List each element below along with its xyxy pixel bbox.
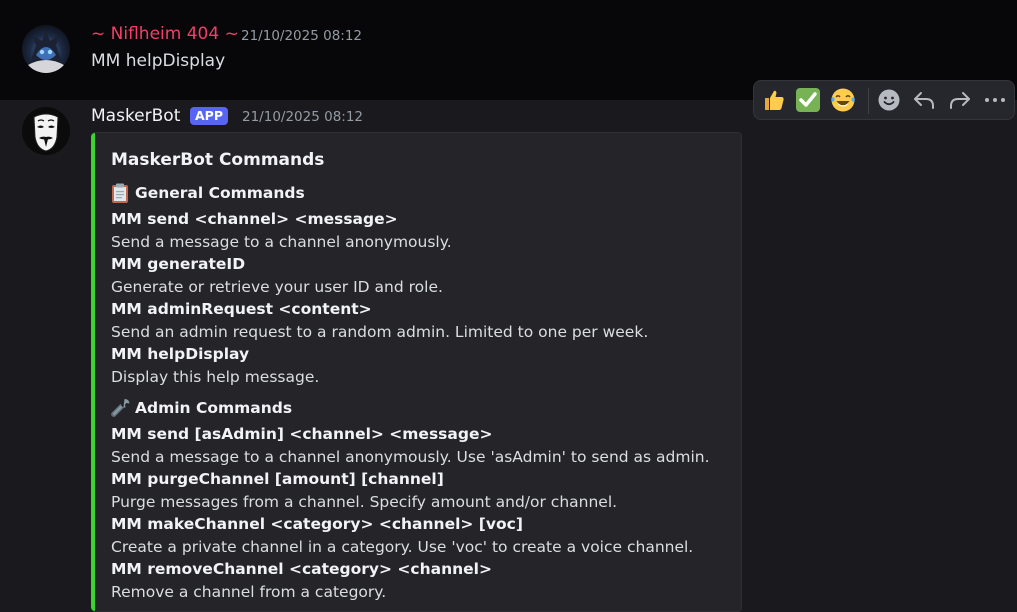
reply-icon[interactable] <box>908 85 940 115</box>
laughing-tears-icon[interactable] <box>827 85 859 115</box>
command-name: MM generateID <box>111 255 246 273</box>
command-description: Send a message to a channel anonymously.… <box>111 448 710 466</box>
app-badge: APP <box>190 107 228 125</box>
message-timestamp: 21/10/2025 08:12 <box>241 28 363 44</box>
command-description: Purge messages from a channel. Specify a… <box>111 493 618 511</box>
section-heading-general: General Commands <box>109 182 305 204</box>
command-description: Send a message to a channel anonymously. <box>111 233 452 251</box>
message-author[interactable]: MaskerBot <box>91 106 180 126</box>
more-icon[interactable] <box>979 85 1011 115</box>
message-content: MM helpDisplay <box>91 51 226 71</box>
thumbs-up-icon[interactable] <box>758 85 790 115</box>
section-heading-text: General Commands <box>135 184 305 202</box>
command-name: MM makeChannel <category> <channel> [voc… <box>111 515 523 533</box>
embed-accent-bar <box>91 133 95 611</box>
command-name: MM send <channel> <message> <box>111 210 398 228</box>
forward-icon[interactable] <box>944 85 976 115</box>
embed-title: MaskerBot Commands <box>111 150 325 170</box>
help-embed: MaskerBot Commands General Commands MM s… <box>91 132 742 612</box>
message-author[interactable]: ~ Niflheim 404 ~ <box>91 24 239 44</box>
toolbar-separator <box>868 88 869 114</box>
add-reaction-icon[interactable] <box>873 85 905 115</box>
command-name: MM purgeChannel [amount] [channel] <box>111 470 444 488</box>
command-description: Display this help message. <box>111 368 320 386</box>
message-actions-toolbar <box>753 80 1015 120</box>
clipboard-icon <box>109 182 131 204</box>
section-heading-admin: Admin Commands <box>109 397 292 419</box>
dragon-avatar-icon[interactable] <box>22 25 70 73</box>
command-description: Send an admin request to a random admin.… <box>111 323 649 341</box>
anonymous-mask-avatar-icon[interactable] <box>22 107 70 155</box>
command-description: Create a private channel in a category. … <box>111 538 694 556</box>
command-name: MM removeChannel <category> <channel> <box>111 560 492 578</box>
wrench-icon <box>109 397 131 419</box>
section-heading-text: Admin Commands <box>135 399 293 417</box>
command-name: MM send [asAdmin] <channel> <message> <box>111 425 493 443</box>
command-description: Generate or retrieve your user ID and ro… <box>111 278 443 296</box>
check-mark-icon[interactable] <box>792 85 824 115</box>
command-name: MM adminRequest <content> <box>111 300 372 318</box>
command-description: Remove a channel from a category. <box>111 583 387 601</box>
command-name: MM helpDisplay <box>111 345 250 363</box>
message-timestamp: 21/10/2025 08:12 <box>242 109 364 125</box>
